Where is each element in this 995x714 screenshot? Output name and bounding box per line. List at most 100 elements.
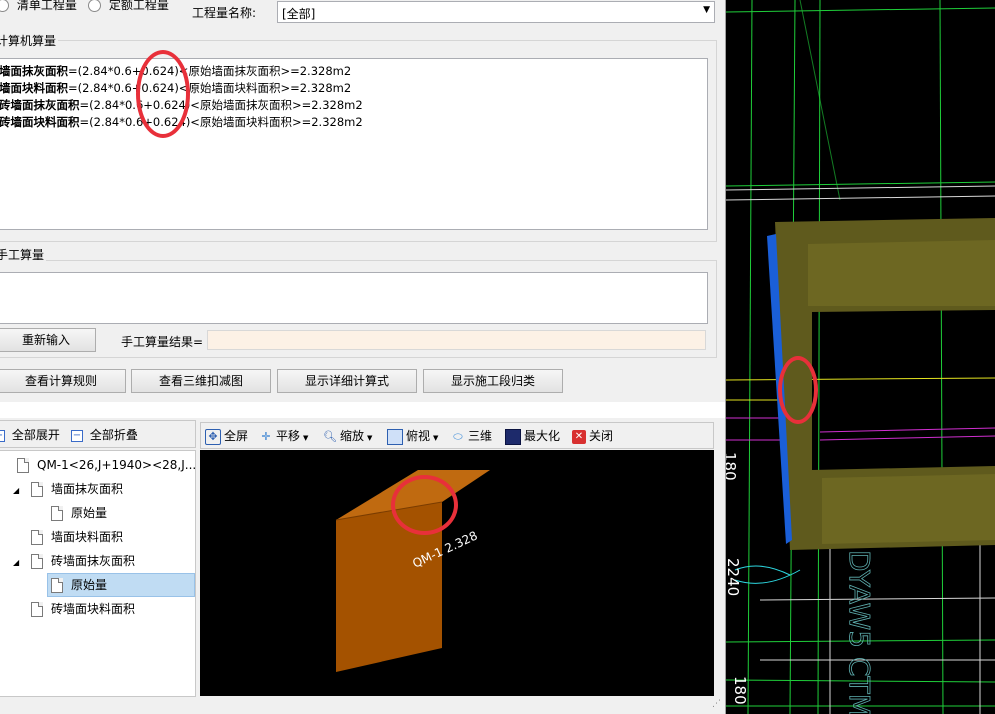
radio-quota-circle[interactable] bbox=[88, 0, 101, 12]
document-icon bbox=[17, 458, 29, 473]
quantity-detail-dialog: 清单工程量 定额工程量 工程量名称: [全部] ▼ 计算机算量 墙面抹灰面积=(… bbox=[0, 0, 726, 714]
magnifier-icon: 🔍︎ bbox=[323, 429, 337, 443]
top-view-label: 俯视 bbox=[406, 429, 431, 443]
minus-box-icon: − bbox=[71, 429, 83, 442]
panel-separator bbox=[0, 402, 725, 418]
radio-bill-quantity[interactable]: 清单工程量 bbox=[0, 0, 77, 14]
formula-name: 砖墙面块料面积 bbox=[0, 115, 80, 129]
tree-item-label: QM-1<26,J+1940><28,J... bbox=[37, 458, 196, 472]
orbit-icon: ⬭ bbox=[453, 429, 463, 443]
tree-item-tile-area[interactable]: 墙面块料面积 bbox=[31, 526, 123, 548]
tree-collapse-icon[interactable]: ◢ bbox=[13, 480, 31, 502]
document-icon bbox=[51, 506, 63, 521]
formula-line: 墙面块料面积=(2.84*0.6+0.624)<原始墙面块料面积>=2.328m… bbox=[0, 80, 707, 97]
expand-all-label: 全部展开 bbox=[11, 428, 60, 442]
tree-item-label: 墙面块料面积 bbox=[51, 530, 124, 544]
document-icon bbox=[31, 554, 43, 569]
dropdown-arrow-icon: ▼ bbox=[367, 434, 373, 442]
cad-dim-180-bottom: 180 bbox=[731, 676, 749, 705]
fullscreen-button[interactable]: ✥ 全屏 bbox=[205, 423, 248, 449]
manual-result-field[interactable] bbox=[207, 330, 706, 350]
show-detail-formula-button[interactable]: 显示详细计算式 bbox=[277, 369, 417, 393]
tree-item-brick-tile-area[interactable]: 砖墙面块料面积 bbox=[31, 598, 135, 620]
tree-item-label: 砖墙面块料面积 bbox=[51, 602, 136, 616]
cad-magenta-lines bbox=[726, 417, 995, 441]
document-icon bbox=[51, 578, 63, 593]
maximize-icon bbox=[505, 428, 521, 445]
close-label: 关闭 bbox=[589, 429, 614, 443]
expand-all-button[interactable]: + 全部展开 bbox=[0, 426, 60, 443]
document-icon bbox=[31, 602, 43, 617]
viewer-3d-canvas[interactable]: QM-1 2.328 bbox=[200, 450, 714, 696]
radio-quota-label: 定额工程量 bbox=[108, 0, 169, 12]
formula-expression: =(2.84*0.6+0.624)<原始墙面抹灰面积>=2.328m2 bbox=[79, 98, 363, 112]
formula-name: 墙面块料面积 bbox=[0, 81, 68, 95]
formula-expression: =(2.84*0.6+0.624)<原始墙面抹灰面积>=2.328m2 bbox=[68, 64, 352, 78]
tree-toolbar: + 全部展开 − 全部折叠 bbox=[0, 420, 196, 448]
reinput-button[interactable]: 重新输入 bbox=[0, 328, 96, 352]
cad-cyan-curves bbox=[734, 565, 801, 584]
tree-collapse-icon[interactable]: ◢ bbox=[13, 552, 31, 574]
quantity-name-value: [全部] bbox=[282, 7, 316, 21]
tree-item-brick-plaster-area[interactable]: ◢ 砖墙面抹灰面积 bbox=[13, 550, 135, 572]
formula-name: 墙面抹灰面积 bbox=[0, 64, 68, 78]
highlight-ring-formula bbox=[136, 50, 190, 138]
manual-result-label: 手工算量结果= bbox=[121, 335, 204, 349]
tree-item-label: 原始量 bbox=[71, 506, 108, 520]
close-icon: ✕ bbox=[572, 429, 586, 444]
collapse-all-label: 全部折叠 bbox=[89, 428, 138, 442]
three-d-button[interactable]: ⬭ 三维 bbox=[451, 423, 492, 449]
formula-expression: =(2.84*0.6+0.624)<原始墙面块料面积>=2.328m2 bbox=[79, 115, 363, 129]
top-view-button[interactable]: 俯视 ▼ bbox=[387, 423, 438, 449]
chevron-down-icon: ▼ bbox=[703, 5, 710, 15]
maximize-label: 最大化 bbox=[524, 429, 561, 443]
computer-calc-title: 计算机算量 bbox=[0, 32, 59, 49]
manual-calc-title: 手工算量 bbox=[0, 246, 47, 263]
radio-quota-quantity[interactable]: 定额工程量 bbox=[88, 0, 169, 14]
fullscreen-icon: ✥ bbox=[205, 428, 221, 445]
collapse-all-button[interactable]: − 全部折叠 bbox=[71, 426, 138, 443]
manual-calc-textarea[interactable] bbox=[0, 272, 708, 324]
tree-item-label: 砖墙面抹灰面积 bbox=[51, 554, 136, 568]
cad-dim-2240: 2240 bbox=[724, 558, 742, 596]
show-stage-classify-button[interactable]: 显示施工段归类 bbox=[423, 369, 563, 393]
quantity-tree: QM-1<26,J+1940><28,J... ◢ 墙面抹灰面积 原始量 墙面块料… bbox=[0, 450, 196, 697]
resize-grip[interactable]: ⋰ bbox=[712, 698, 724, 710]
formula-line: 砖墙面抹灰面积=(2.84*0.6+0.624)<原始墙面抹灰面积>=2.328… bbox=[0, 97, 707, 114]
tree-item-original-1[interactable]: 原始量 bbox=[51, 502, 107, 524]
pan-button[interactable]: ✛ 平移 ▼ bbox=[259, 423, 308, 449]
quantity-name-select[interactable]: [全部] ▼ bbox=[277, 1, 715, 23]
highlight-ring-3d bbox=[391, 475, 458, 535]
maximize-button[interactable]: 最大化 bbox=[505, 423, 560, 449]
cad-vertical-text: DYAW5 CTMQ bbox=[843, 550, 876, 714]
cad-yellow-lines bbox=[725, 377, 995, 401]
view-3d-deduction-button[interactable]: 查看三维扣减图 bbox=[131, 369, 271, 393]
tree-item-plaster-area[interactable]: ◢ 墙面抹灰面积 bbox=[13, 478, 123, 500]
tree-item-label: 墙面抹灰面积 bbox=[51, 482, 124, 496]
document-icon bbox=[31, 482, 43, 497]
dropdown-arrow-icon: ▼ bbox=[433, 434, 439, 442]
tree-item-label: 原始量 bbox=[71, 578, 108, 592]
formula-list: 墙面抹灰面积=(2.84*0.6+0.624)<原始墙面抹灰面积>=2.328m… bbox=[0, 59, 707, 131]
computer-calc-textarea[interactable]: 墙面抹灰面积=(2.84*0.6+0.624)<原始墙面抹灰面积>=2.328m… bbox=[0, 58, 708, 230]
fullscreen-label: 全屏 bbox=[224, 429, 249, 443]
view-calc-rules-button[interactable]: 查看计算规则 bbox=[0, 369, 126, 393]
plus-box-icon: + bbox=[0, 429, 5, 442]
zoom-button[interactable]: 🔍︎ 缩放 ▼ bbox=[323, 423, 372, 449]
radio-bill-circle[interactable] bbox=[0, 0, 9, 12]
highlight-ring-cad bbox=[778, 356, 818, 424]
viewer-toolbar: ✥ 全屏 ✛ 平移 ▼ 🔍︎ 缩放 ▼ 俯视 ▼ ⬭ 三维 最大化 ✕ 关闭 bbox=[200, 422, 714, 449]
close-viewer-button[interactable]: ✕ 关闭 bbox=[572, 423, 613, 449]
cube-top-view-icon bbox=[387, 428, 403, 445]
quantity-name-label: 工程量名称: bbox=[192, 6, 257, 20]
dropdown-arrow-icon: ▼ bbox=[303, 434, 309, 442]
formula-line: 砖墙面块料面积=(2.84*0.6+0.624)<原始墙面块料面积>=2.328… bbox=[0, 114, 707, 131]
tree-item-root[interactable]: QM-1<26,J+1940><28,J... bbox=[3, 454, 196, 476]
formula-expression: =(2.84*0.6+0.624)<原始墙面块料面积>=2.328m2 bbox=[68, 81, 352, 95]
document-icon bbox=[31, 530, 43, 545]
radio-bill-label: 清单工程量 bbox=[16, 0, 77, 12]
formula-name: 砖墙面抹灰面积 bbox=[0, 98, 80, 112]
zoom-label: 缩放 bbox=[340, 429, 365, 443]
tree-item-original-2[interactable]: 原始量 bbox=[51, 574, 107, 596]
pan-icon: ✛ bbox=[261, 429, 271, 443]
